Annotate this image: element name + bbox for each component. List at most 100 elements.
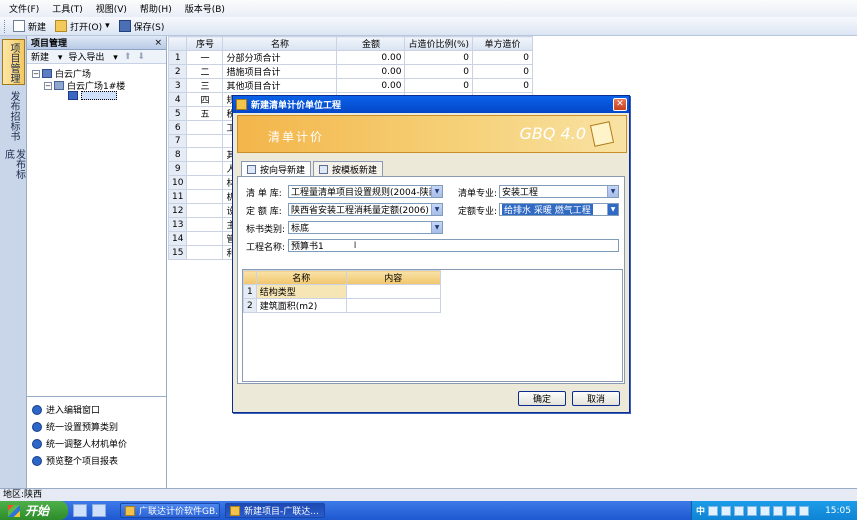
row-number[interactable]: 8 bbox=[167, 147, 188, 162]
name-cell[interactable]: 措施项目合计 bbox=[222, 64, 338, 79]
quick-launch-desktop-icon[interactable] bbox=[92, 504, 106, 517]
row-number[interactable]: 9 bbox=[167, 161, 188, 176]
col-header-seq[interactable]: 序号 bbox=[186, 36, 224, 51]
seq-cell[interactable] bbox=[186, 134, 224, 148]
menu-version[interactable]: 版本号(B) bbox=[185, 2, 225, 15]
project-name-input[interactable]: 预算书1 I bbox=[288, 239, 619, 252]
unit-cost-cell[interactable]: 0 bbox=[472, 78, 534, 93]
tray-app-icon[interactable] bbox=[760, 505, 771, 516]
toolbar-grip[interactable] bbox=[4, 19, 7, 33]
seq-cell[interactable]: 五 bbox=[186, 106, 224, 121]
cancel-button[interactable]: 取消 bbox=[572, 391, 620, 406]
col-header-unit-cost[interactable]: 单方造价 bbox=[472, 36, 534, 51]
col-header-ratio[interactable]: 占造价比例(%) bbox=[404, 36, 474, 51]
chevron-down-icon[interactable]: ▼ bbox=[607, 186, 618, 197]
corner-cell[interactable] bbox=[167, 36, 188, 51]
seq-cell[interactable]: 四 bbox=[186, 92, 224, 107]
row-number[interactable]: 1 bbox=[243, 284, 257, 299]
seq-cell[interactable] bbox=[186, 147, 224, 162]
table-row[interactable]: 2 二措施项目合计 0.00 0 0 bbox=[167, 64, 534, 79]
chevron-down-icon[interactable]: ▼ bbox=[431, 222, 442, 233]
row-number[interactable]: 14 bbox=[167, 231, 188, 246]
corner-cell[interactable] bbox=[243, 270, 257, 285]
row-number[interactable]: 7 bbox=[167, 134, 188, 148]
link-set-budget-category[interactable]: 统一设置预算类别 bbox=[27, 418, 166, 435]
tray-shield-icon[interactable] bbox=[747, 505, 758, 516]
vtab-project-management[interactable]: 项目管理 bbox=[2, 39, 25, 85]
chevron-down-icon[interactable]: ▼ bbox=[607, 204, 618, 215]
seq-cell[interactable] bbox=[186, 231, 224, 246]
row-number[interactable]: 3 bbox=[167, 78, 188, 93]
ratio-cell[interactable]: 0 bbox=[404, 50, 474, 65]
qingdan-zhuanye-select[interactable]: 安装工程 ▼ bbox=[499, 185, 619, 198]
link-enter-editor[interactable]: 进入编辑窗口 bbox=[27, 401, 166, 418]
col-header-content[interactable]: 内容 bbox=[345, 270, 441, 285]
link-adjust-prices[interactable]: 统一调整人材机单价 bbox=[27, 435, 166, 452]
row-number[interactable]: 2 bbox=[243, 298, 257, 313]
name-cell[interactable]: 其他项目合计 bbox=[222, 78, 338, 93]
dinge-zhuanye-select[interactable]: 给排水 采暖 燃气工程 ▼ bbox=[499, 203, 619, 216]
move-up-icon[interactable]: ⬆ bbox=[124, 52, 132, 62]
row-number[interactable]: 2 bbox=[167, 64, 188, 79]
tray-chat-icon[interactable] bbox=[773, 505, 784, 516]
ime-indicator[interactable]: 中 bbox=[696, 504, 705, 517]
tray-misc-icon[interactable] bbox=[799, 505, 810, 516]
vtab-publish-tender[interactable]: 发布招标书 bbox=[2, 88, 25, 143]
seq-cell[interactable] bbox=[186, 245, 224, 260]
ratio-cell[interactable]: 0 bbox=[404, 78, 474, 93]
open-dropdown-icon[interactable]: ▾ bbox=[105, 21, 110, 31]
row-number[interactable]: 11 bbox=[167, 189, 188, 204]
close-icon[interactable]: × bbox=[154, 38, 162, 48]
save-button[interactable]: 保存(S) bbox=[116, 18, 168, 34]
tab-wizard[interactable]: 按向导新建 bbox=[241, 161, 312, 177]
collapse-icon[interactable]: − bbox=[44, 81, 52, 90]
menu-help[interactable]: 帮助(H) bbox=[140, 2, 172, 15]
seq-cell[interactable] bbox=[186, 161, 224, 176]
table-row[interactable]: 3 三其他项目合计 0.00 0 0 bbox=[167, 78, 534, 93]
row-number[interactable]: 6 bbox=[167, 120, 188, 135]
info-content-cell[interactable] bbox=[345, 284, 441, 299]
tray-network-icon[interactable] bbox=[721, 505, 732, 516]
row-number[interactable]: 15 bbox=[167, 245, 188, 260]
collapse-icon[interactable]: − bbox=[32, 69, 40, 78]
unit-cost-cell[interactable]: 0 bbox=[472, 64, 534, 79]
tray-update-icon[interactable] bbox=[786, 505, 797, 516]
tree-node-unit[interactable] bbox=[68, 91, 117, 100]
close-button[interactable]: ✕ bbox=[613, 98, 627, 111]
quick-launch-ie-icon[interactable] bbox=[73, 504, 87, 517]
unit-cost-cell[interactable]: 0 bbox=[472, 50, 534, 65]
table-row[interactable]: 1 结构类型 bbox=[243, 284, 441, 299]
menu-view[interactable]: 视图(V) bbox=[96, 2, 127, 15]
row-number[interactable]: 12 bbox=[167, 203, 188, 218]
info-name-cell[interactable]: 建筑面积(m2) bbox=[255, 298, 347, 313]
menu-file[interactable]: 文件(F) bbox=[9, 2, 39, 15]
link-preview-report[interactable]: 预览整个项目报表 bbox=[27, 452, 166, 469]
col-header-name[interactable]: 名称 bbox=[222, 36, 338, 51]
move-down-icon[interactable]: ⬇ bbox=[137, 52, 145, 62]
amount-cell[interactable]: 0.00 bbox=[336, 50, 406, 65]
seq-cell[interactable] bbox=[186, 175, 224, 190]
seq-cell[interactable]: 一 bbox=[186, 50, 224, 65]
ok-button[interactable]: 确定 bbox=[518, 391, 566, 406]
dinge-ku-select[interactable]: 陕西省安装工程消耗量定额(2006) ▼ bbox=[288, 203, 443, 216]
seq-cell[interactable] bbox=[186, 203, 224, 218]
seq-cell[interactable]: 二 bbox=[186, 64, 224, 79]
row-number[interactable]: 1 bbox=[167, 50, 188, 65]
chevron-down-icon[interactable]: ▼ bbox=[431, 204, 442, 215]
table-row[interactable]: 1 一分部分项合计 0.00 0 0 bbox=[167, 50, 534, 65]
tray-volume-icon[interactable] bbox=[734, 505, 745, 516]
info-name-cell[interactable]: 结构类型 bbox=[255, 284, 347, 299]
info-content-cell[interactable] bbox=[345, 298, 441, 313]
amount-cell[interactable]: 0.00 bbox=[336, 64, 406, 79]
row-number[interactable]: 5 bbox=[167, 106, 188, 121]
import-export-button[interactable]: 导入导出 ▾ bbox=[68, 50, 117, 63]
task-button-new-project[interactable]: 新建项目-广联达... bbox=[225, 503, 325, 518]
col-header-amount[interactable]: 金额 bbox=[336, 36, 406, 51]
chevron-down-icon[interactable]: ▼ bbox=[431, 186, 442, 197]
tray-help-icon[interactable] bbox=[708, 505, 719, 516]
task-button-gbq[interactable]: 广联达计价软件GB... bbox=[120, 503, 220, 518]
seq-cell[interactable] bbox=[186, 120, 224, 135]
dialog-title-bar[interactable]: 新建清单计价单位工程 bbox=[233, 96, 629, 113]
start-button[interactable]: 开始 bbox=[0, 501, 68, 520]
amount-cell[interactable]: 0.00 bbox=[336, 78, 406, 93]
